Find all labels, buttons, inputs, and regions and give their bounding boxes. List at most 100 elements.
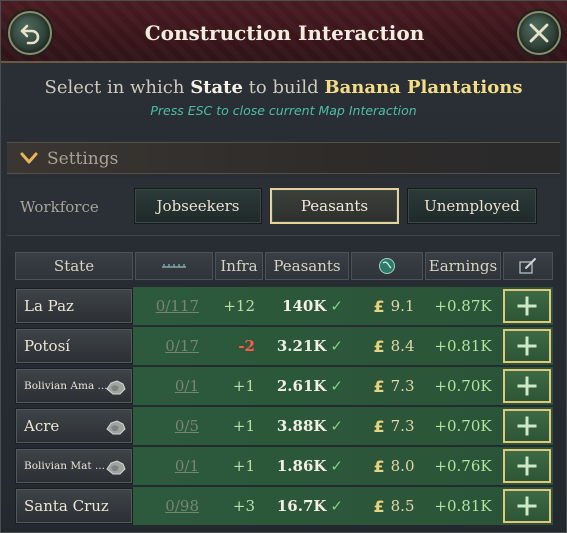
wage-value: 8.5 — [390, 497, 415, 515]
arable-capacity: 0/98 — [135, 487, 213, 525]
earnings-cell: +0.70K — [425, 367, 501, 405]
earnings-cell: +0.70K — [425, 407, 501, 445]
state-name-button[interactable]: Potosí — [15, 328, 133, 364]
arable-used: 0 — [174, 457, 185, 475]
plus-icon — [517, 336, 537, 356]
wage-cell: £8.5 — [365, 487, 423, 525]
resource-icon — [105, 377, 127, 400]
peasants-cell: 1.86K ✓ — [265, 447, 349, 485]
build-here-button[interactable] — [503, 369, 551, 403]
arable-used: 0 — [155, 297, 166, 315]
wage-value: 7.3 — [390, 417, 415, 435]
state-name-button[interactable]: Santa Cruz — [15, 488, 133, 524]
build-prompt: Select in which State to build Banana Pl… — [1, 77, 566, 98]
infra-cell: -2 — [215, 327, 263, 365]
state-name-button[interactable]: Acre — [15, 408, 133, 444]
globe-icon — [379, 258, 395, 274]
workforce-label: Workforce — [20, 198, 99, 216]
arable-used: 0 — [165, 497, 175, 515]
currency-icon: £ — [373, 336, 385, 356]
peasants-value: 2.61K — [276, 377, 327, 395]
earnings-cell: +0.81K — [425, 327, 501, 365]
state-name: Potosí — [24, 337, 71, 355]
infra-value: +1 — [232, 457, 255, 475]
build-here-button[interactable] — [503, 329, 551, 363]
wage-value: 8.4 — [390, 337, 415, 355]
table-row: Acre 0/5 +1 3.88K ✓ £7.3 +0.70K — [15, 407, 553, 445]
back-button[interactable] — [8, 11, 52, 55]
arable-cap: 5 — [189, 417, 199, 435]
state-name-button[interactable]: La Paz — [15, 288, 133, 324]
wage-cell: £7.3 — [365, 407, 423, 445]
column-header-wage[interactable] — [351, 252, 423, 280]
arable-capacity: 0/117 — [135, 287, 213, 325]
wage-cell: £8.0 — [365, 447, 423, 485]
infra-value: +1 — [232, 417, 255, 435]
wage-value: 7.3 — [390, 377, 415, 395]
earnings-cell: +0.81K — [425, 487, 501, 525]
chevron-down-icon — [20, 152, 38, 164]
arable-capacity: 0/1 — [135, 447, 213, 485]
check-icon: ✓ — [330, 337, 343, 355]
state-name: Acre — [24, 417, 60, 435]
infra-value: +12 — [223, 297, 255, 315]
column-header-infra[interactable]: Infra — [215, 252, 263, 280]
workforce-unemployed-button[interactable]: Unemployed — [407, 188, 537, 224]
plus-icon — [517, 376, 537, 396]
arable-used: 0 — [174, 377, 185, 395]
column-header-state[interactable]: State — [15, 252, 133, 280]
build-here-button[interactable] — [503, 409, 551, 443]
arable-cap: 98 — [179, 497, 199, 515]
column-header-arable[interactable] — [135, 252, 213, 280]
infra-cell: +1 — [215, 447, 263, 485]
peasants-cell: 3.21K ✓ — [265, 327, 349, 365]
column-header-peasants[interactable]: Peasants — [265, 252, 349, 280]
plus-icon — [517, 296, 537, 316]
check-icon: ✓ — [330, 377, 343, 395]
arable-capacity: 0/17 — [135, 327, 213, 365]
arable-cap: 17 — [179, 337, 199, 355]
currency-icon: £ — [373, 416, 385, 436]
settings-label: Settings — [47, 149, 119, 169]
peasants-value: 3.88K — [276, 417, 327, 435]
earnings-value: +0.76K — [434, 457, 492, 475]
earnings-cell: +0.76K — [425, 447, 501, 485]
plus-icon — [517, 416, 537, 436]
earnings-value: +0.87K — [434, 297, 492, 315]
close-button[interactable] — [517, 11, 561, 55]
peasants-value: 140K — [282, 297, 327, 315]
table-row: Bolivian Ama ... 0/1 +1 2.61K ✓ £7.3 +0.70K — [15, 367, 553, 405]
peasants-cell: 16.7K ✓ — [265, 487, 349, 525]
workforce-jobseekers-button[interactable]: Jobseekers — [134, 188, 262, 224]
resource-icon — [105, 417, 127, 441]
infra-cell: +3 — [215, 487, 263, 525]
arable-cap: 1 — [189, 457, 199, 475]
resource-icon — [105, 457, 127, 480]
column-header-build[interactable] — [503, 252, 553, 280]
state-name: Bolivian Ama ... — [24, 380, 108, 392]
infra-value: +1 — [232, 377, 255, 395]
infra-cell: +1 — [215, 367, 263, 405]
state-name-button[interactable]: Bolivian Ama ... — [15, 368, 133, 404]
build-here-button[interactable] — [503, 289, 551, 323]
currency-icon: £ — [373, 296, 385, 316]
undo-arrow-icon — [20, 24, 40, 45]
construction-interaction-panel: Construction Interaction Select in which… — [0, 0, 567, 533]
table-row: Potosí 0/17 -2 3.21K ✓ £8.4 +0.81K — [15, 327, 553, 365]
workforce-peasants-button[interactable]: Peasants — [270, 188, 399, 224]
peasants-cell: 3.88K ✓ — [265, 407, 349, 445]
plus-icon — [517, 456, 537, 476]
state-name-button[interactable]: Bolivian Mat ... — [15, 448, 133, 484]
state-name: La Paz — [24, 297, 74, 315]
check-icon: ✓ — [330, 457, 343, 475]
column-header-earnings[interactable]: Earnings — [425, 252, 501, 280]
build-here-button[interactable] — [503, 489, 551, 523]
settings-toggle[interactable]: Settings — [7, 142, 560, 174]
build-here-button[interactable] — [503, 449, 551, 483]
arable-capacity: 0/1 — [135, 367, 213, 405]
plus-icon — [517, 496, 537, 516]
arable-capacity: 0/5 — [135, 407, 213, 445]
arable-cap: 1 — [189, 377, 199, 395]
earnings-cell: +0.87K — [425, 287, 501, 325]
table-row: La Paz 0/117 +12 140K ✓ £9.1 +0.87K — [15, 287, 553, 325]
